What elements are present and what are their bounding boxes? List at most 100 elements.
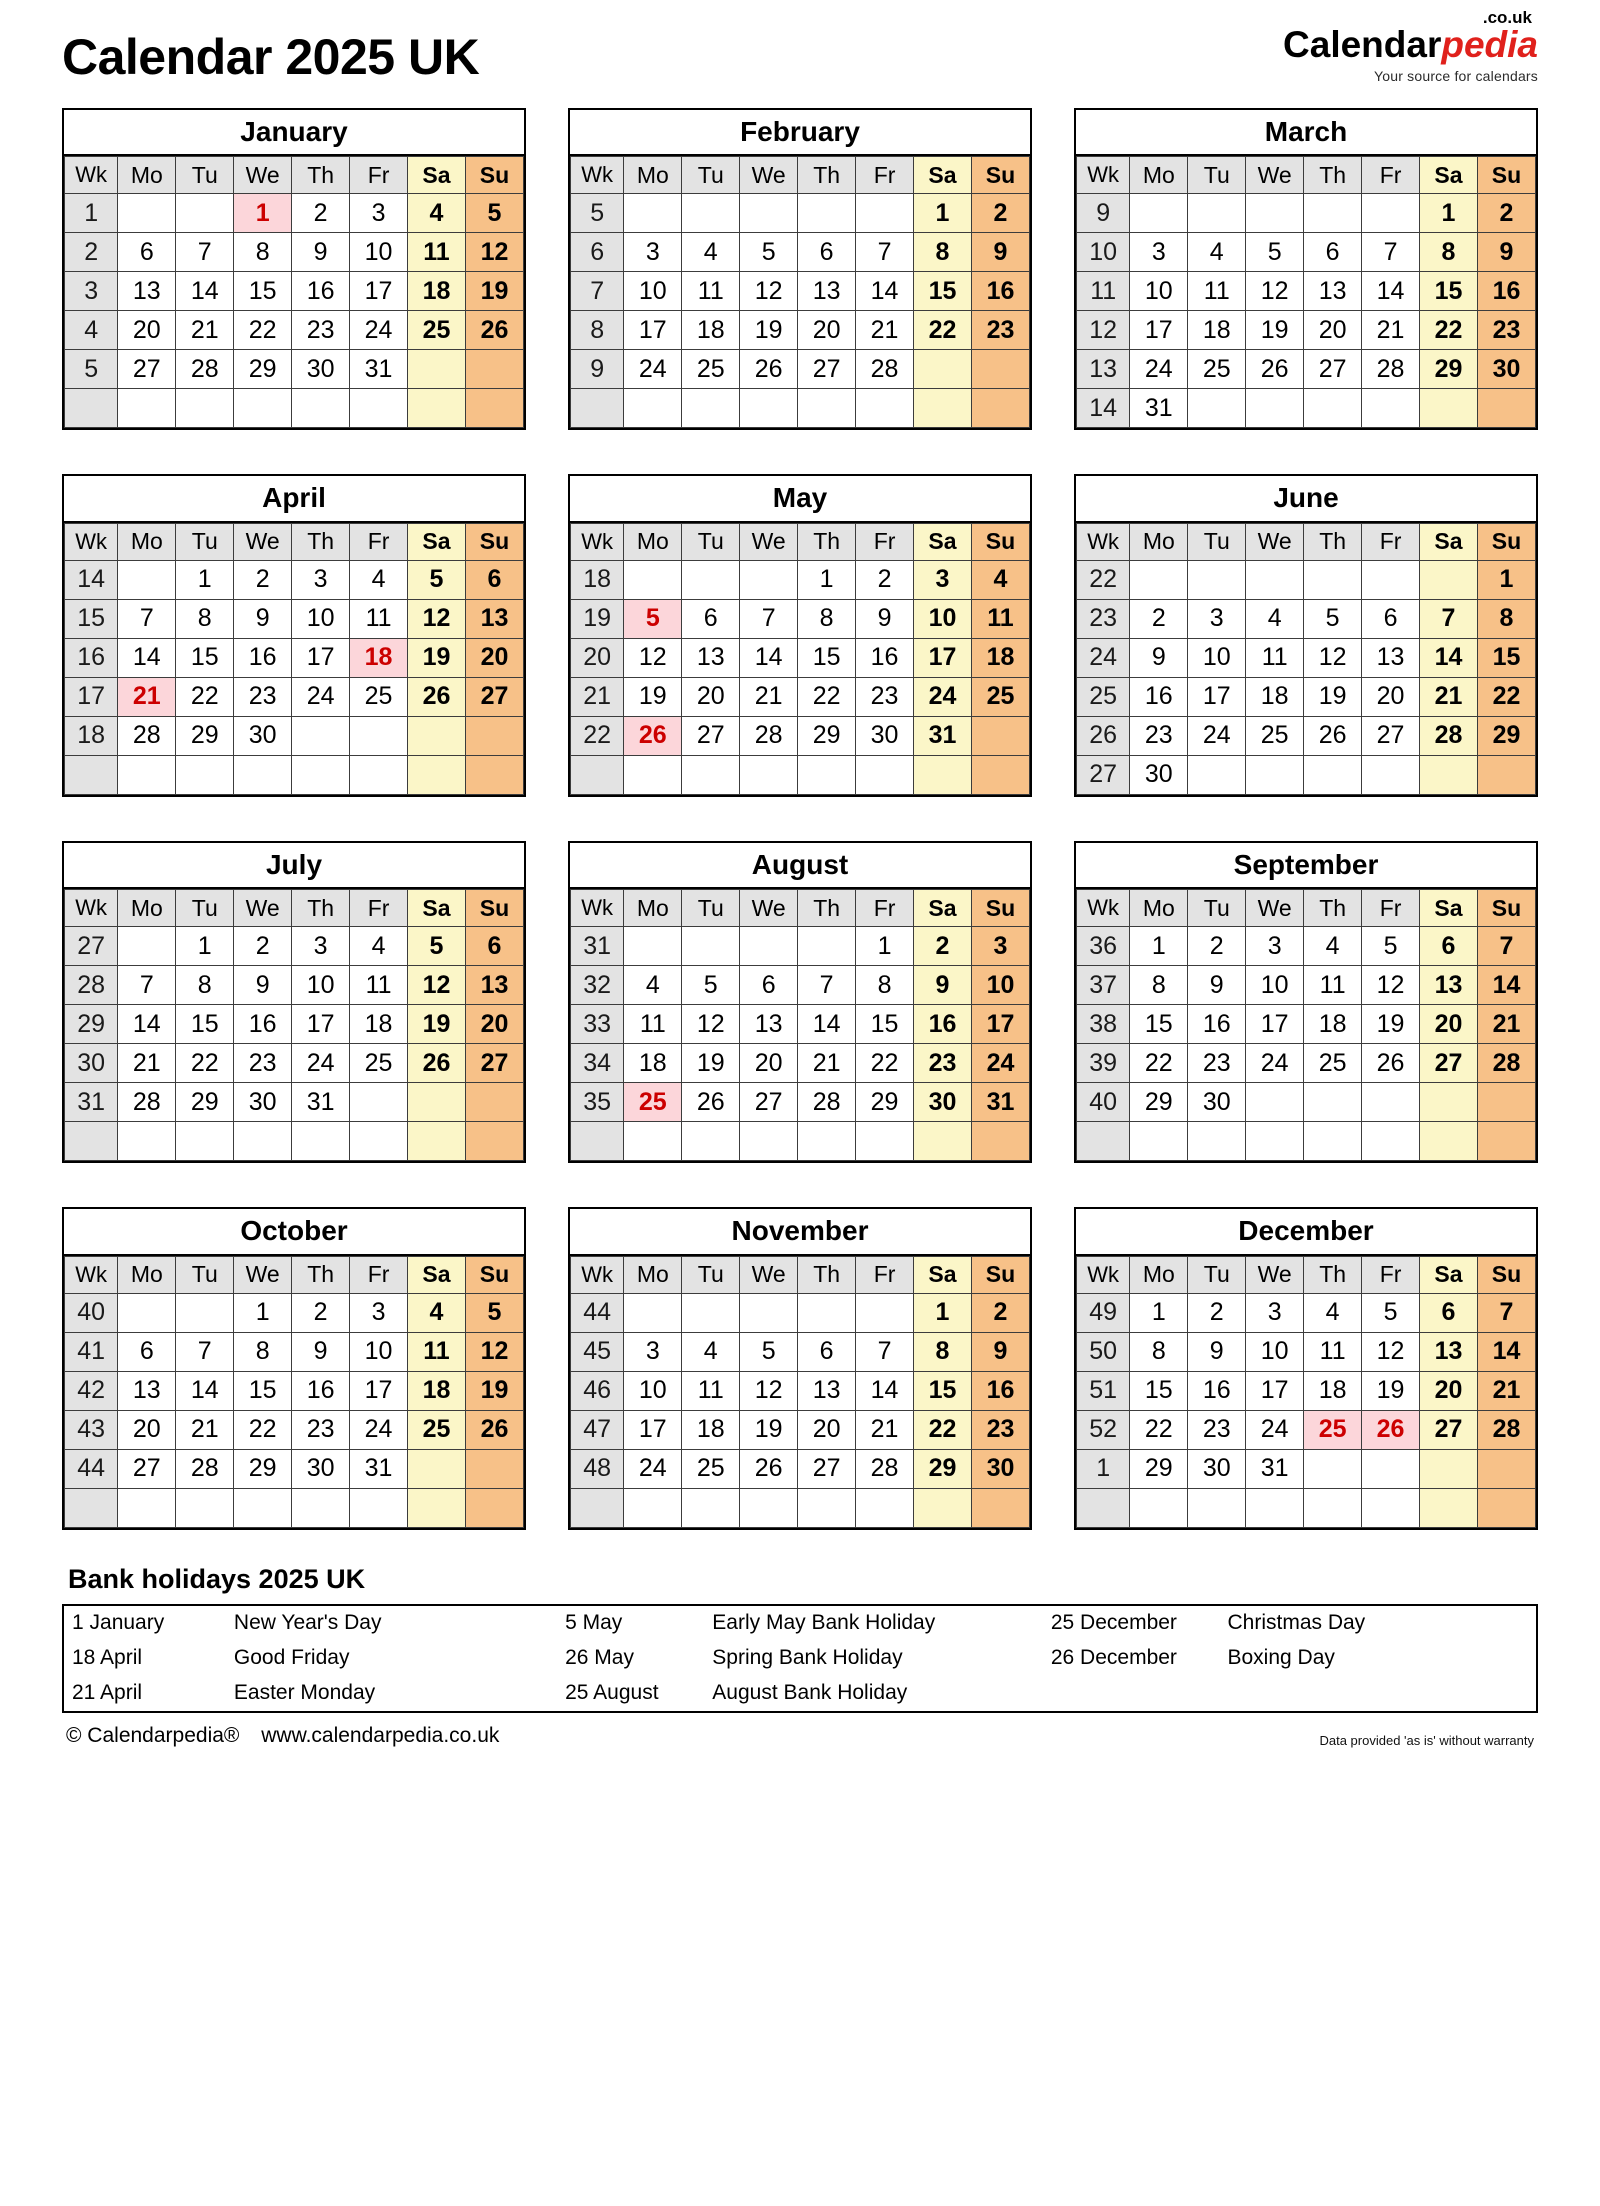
day-cell[interactable] <box>970 715 1031 756</box>
day-cell[interactable]: 23 <box>913 1043 972 1084</box>
day-cell[interactable] <box>1303 388 1363 429</box>
day-cell[interactable]: 21 <box>797 1043 857 1084</box>
day-cell[interactable]: 10 <box>349 1331 409 1372</box>
day-cell[interactable]: 8 <box>1129 1331 1189 1372</box>
day-cell[interactable]: 6 <box>1361 598 1421 639</box>
day-cell[interactable]: 6 <box>681 598 741 639</box>
day-cell[interactable] <box>117 926 177 967</box>
day-cell[interactable]: 8 <box>1476 598 1537 639</box>
day-cell[interactable] <box>407 1082 466 1123</box>
day-cell[interactable]: 15 <box>913 271 972 312</box>
day-cell[interactable]: 16 <box>291 1370 351 1411</box>
day-cell[interactable] <box>681 1292 741 1333</box>
day-cell[interactable]: 21 <box>1419 676 1478 717</box>
day-cell[interactable] <box>1361 1082 1421 1123</box>
day-cell[interactable]: 28 <box>1476 1409 1537 1450</box>
day-cell[interactable]: 22 <box>1129 1043 1189 1084</box>
day-cell[interactable]: 3 <box>1245 1292 1305 1333</box>
day-cell[interactable]: 2 <box>291 1292 351 1333</box>
day-cell[interactable]: 9 <box>291 232 351 273</box>
day-cell[interactable] <box>233 754 293 795</box>
day-cell[interactable] <box>623 193 683 234</box>
day-cell[interactable] <box>349 1121 409 1162</box>
day-cell[interactable]: 9 <box>1187 1331 1247 1372</box>
day-cell[interactable]: 24 <box>1245 1409 1305 1450</box>
day-cell[interactable] <box>739 193 799 234</box>
day-cell[interactable]: 13 <box>681 637 741 678</box>
day-cell[interactable]: 26 <box>1245 349 1305 390</box>
day-cell[interactable] <box>1245 754 1305 795</box>
day-cell[interactable]: 12 <box>1361 965 1421 1006</box>
day-cell[interactable]: 5 <box>407 926 466 967</box>
day-cell[interactable] <box>855 1487 915 1528</box>
day-cell[interactable]: 30 <box>970 1448 1031 1489</box>
day-cell[interactable]: 24 <box>970 1043 1031 1084</box>
day-cell[interactable]: 13 <box>1419 965 1478 1006</box>
day-cell[interactable] <box>970 388 1031 429</box>
day-cell[interactable]: 11 <box>1187 271 1247 312</box>
day-cell[interactable]: 9 <box>1129 637 1189 678</box>
day-cell[interactable]: 8 <box>1419 232 1478 273</box>
day-cell[interactable] <box>464 1487 525 1528</box>
day-cell[interactable]: 4 <box>1187 232 1247 273</box>
day-cell[interactable]: 12 <box>464 1331 525 1372</box>
day-cell[interactable] <box>1476 1448 1537 1489</box>
day-cell[interactable]: 16 <box>291 271 351 312</box>
day-cell[interactable]: 2 <box>970 1292 1031 1333</box>
day-cell[interactable]: 15 <box>233 1370 293 1411</box>
day-cell[interactable] <box>117 1121 177 1162</box>
day-cell[interactable] <box>1476 388 1537 429</box>
day-cell[interactable]: 14 <box>175 1370 235 1411</box>
day-cell[interactable]: 27 <box>681 715 741 756</box>
day-cell[interactable] <box>1129 1121 1189 1162</box>
day-cell[interactable]: 14 <box>1419 637 1478 678</box>
day-cell[interactable]: 30 <box>1187 1448 1247 1489</box>
day-cell[interactable]: 18 <box>1187 310 1247 351</box>
day-cell[interactable]: 4 <box>349 926 409 967</box>
day-cell[interactable]: 24 <box>1129 349 1189 390</box>
day-cell[interactable] <box>175 754 235 795</box>
day-cell[interactable]: 4 <box>970 559 1031 600</box>
day-cell[interactable]: 28 <box>175 349 235 390</box>
day-cell[interactable]: 8 <box>233 1331 293 1372</box>
day-cell[interactable]: 18 <box>1303 1004 1363 1045</box>
day-cell[interactable]: 7 <box>797 965 857 1006</box>
day-cell[interactable]: 24 <box>623 349 683 390</box>
day-cell[interactable]: 31 <box>349 1448 409 1489</box>
day-cell[interactable] <box>1245 1487 1305 1528</box>
day-cell[interactable]: 27 <box>1303 349 1363 390</box>
day-cell[interactable] <box>291 1121 351 1162</box>
day-cell[interactable] <box>349 1487 409 1528</box>
day-cell[interactable]: 23 <box>291 1409 351 1450</box>
day-cell[interactable]: 6 <box>464 559 525 600</box>
day-cell[interactable]: 21 <box>1476 1004 1537 1045</box>
day-cell[interactable]: 2 <box>855 559 915 600</box>
day-cell[interactable]: 5 <box>1361 1292 1421 1333</box>
day-cell[interactable]: 28 <box>855 349 915 390</box>
day-cell[interactable]: 19 <box>739 1409 799 1450</box>
day-cell[interactable]: 10 <box>623 271 683 312</box>
day-cell[interactable]: 13 <box>1419 1331 1478 1372</box>
day-cell[interactable]: 17 <box>1245 1370 1305 1411</box>
day-cell[interactable] <box>1245 1121 1305 1162</box>
day-cell[interactable]: 15 <box>175 1004 235 1045</box>
day-cell[interactable]: 8 <box>175 965 235 1006</box>
day-cell[interactable] <box>117 1487 177 1528</box>
day-cell[interactable]: 19 <box>407 1004 466 1045</box>
day-cell[interactable]: 26 <box>739 1448 799 1489</box>
day-cell[interactable]: 28 <box>855 1448 915 1489</box>
day-cell[interactable]: 29 <box>1419 349 1478 390</box>
day-cell[interactable]: 10 <box>1187 637 1247 678</box>
day-cell[interactable]: 2 <box>233 926 293 967</box>
day-cell[interactable]: 4 <box>407 1292 466 1333</box>
day-cell[interactable] <box>291 715 351 756</box>
day-cell[interactable]: 13 <box>117 271 177 312</box>
day-cell[interactable]: 19 <box>623 676 683 717</box>
day-cell[interactable]: 26 <box>407 676 466 717</box>
day-cell[interactable]: 22 <box>855 1043 915 1084</box>
day-cell[interactable] <box>1419 1448 1478 1489</box>
day-cell[interactable]: 4 <box>1245 598 1305 639</box>
day-cell[interactable] <box>1303 1121 1363 1162</box>
day-cell[interactable]: 8 <box>175 598 235 639</box>
day-cell[interactable] <box>407 754 466 795</box>
